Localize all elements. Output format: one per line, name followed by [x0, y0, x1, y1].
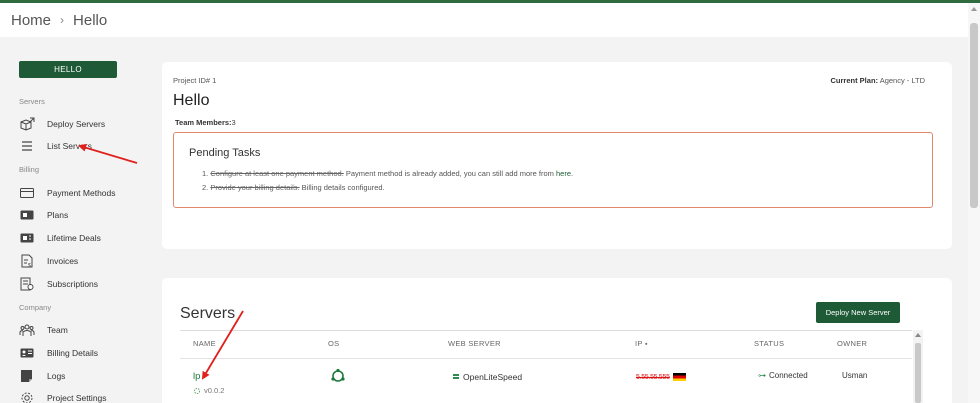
column-header-os[interactable]: OS: [328, 339, 339, 348]
add-payment-link[interactable]: here: [556, 169, 571, 178]
pending-task-item: 2. Provide your billing details. Billing…: [202, 183, 385, 192]
sidebar-item-label: Project Settings: [47, 393, 107, 403]
server-stack-icon: [453, 374, 459, 379]
sidebar-item-label: Logs: [47, 371, 66, 381]
breadcrumb-separator: ›: [60, 13, 65, 27]
table-scrollbar[interactable]: [913, 330, 923, 403]
sidebar-item-label: Billing Details: [47, 348, 99, 358]
page-scrollbar[interactable]: [968, 3, 980, 403]
cube-icon: [19, 117, 35, 131]
sidebar-item-label: Plans: [47, 210, 69, 220]
gear-icon: [19, 391, 35, 403]
sidebar-item-billing-details[interactable]: Billing Details: [19, 345, 98, 361]
task-done-text: Provide your billing details.: [210, 183, 300, 192]
status-badge: ⊶ Connected: [758, 371, 808, 380]
sidebar-item-label: Invoices: [47, 256, 79, 266]
project-id: Project ID# 1: [173, 76, 217, 85]
scroll-up-icon[interactable]: [915, 333, 921, 337]
sidebar-item-subscriptions[interactable]: Subscriptions: [19, 276, 98, 292]
status-text: Connected: [769, 371, 808, 380]
task-number: 1.: [202, 169, 209, 178]
page-title: Hello: [173, 92, 210, 109]
sidebar-item-payment-methods[interactable]: Payment Methods: [19, 185, 116, 201]
web-server-cell: OpenLiteSpeed: [452, 372, 522, 382]
task-number: 2.: [202, 183, 209, 192]
column-header-web-server[interactable]: WEB SERVER: [448, 339, 501, 348]
ip-cell: 5.55.55.555: [636, 371, 686, 381]
id-card-icon: [19, 346, 35, 360]
server-version: v0.0.2: [193, 386, 224, 395]
sidebar-item-logs[interactable]: Logs: [19, 368, 65, 384]
sidebar-item-project-settings[interactable]: Project Settings: [19, 390, 107, 403]
version-gear-icon: [194, 387, 200, 394]
table-divider: [180, 330, 912, 331]
project-button[interactable]: HELLO: [19, 61, 117, 78]
sidebar-item-label: Lifetime Deals: [47, 233, 101, 243]
current-plan-label: Current Plan:: [830, 76, 879, 85]
sidebar-item-label: Subscriptions: [47, 279, 99, 289]
subscription-icon: [19, 277, 35, 291]
sidebar-item-label: Team: [47, 325, 68, 335]
column-header-owner[interactable]: OWNER: [837, 339, 867, 348]
table-divider: [180, 358, 912, 359]
team-members-count: 3: [231, 118, 236, 127]
team-members: Team Members:3: [175, 118, 236, 127]
germany-flag-icon: [672, 372, 686, 381]
owner-cell: Usman: [842, 371, 868, 380]
scrollbar-thumb[interactable]: [970, 23, 978, 208]
logs-icon: [19, 369, 35, 383]
sidebar: HELLO Servers Deploy Servers List Server…: [0, 37, 150, 403]
task-punctuation: .: [571, 169, 574, 178]
breadcrumb: Home › Hello: [0, 3, 968, 37]
server-version-text: v0.0.2: [204, 386, 225, 395]
deploy-new-server-button[interactable]: Deploy New Server: [816, 302, 900, 323]
ip-address: 5.55.55.555: [636, 374, 670, 381]
sidebar-item-label: Deploy Servers: [47, 119, 106, 129]
plan-icon: [19, 208, 35, 222]
servers-card: Servers Deploy New Server NAME OS WEB SE…: [162, 278, 952, 403]
servers-title: Servers: [180, 305, 236, 322]
column-header-ip[interactable]: IP ⬩: [635, 339, 648, 349]
invoice-icon: $: [19, 254, 35, 268]
task-status-text: Billing details configured.: [299, 183, 385, 192]
sidebar-item-list-servers[interactable]: List Servers: [19, 138, 92, 154]
sidebar-item-label: List Servers: [47, 141, 92, 151]
sidebar-item-deploy-servers[interactable]: Deploy Servers: [19, 116, 105, 132]
column-header-name[interactable]: NAME: [193, 339, 216, 348]
server-name-link[interactable]: lp: [193, 371, 200, 382]
scrollbar-thumb[interactable]: [915, 343, 921, 403]
ubuntu-icon: [330, 368, 346, 386]
section-label-servers: Servers: [19, 97, 45, 106]
deal-icon: [19, 231, 35, 245]
project-card: Project ID# 1 Current Plan: Agency - LTD…: [162, 62, 952, 249]
pending-tasks-title: Pending Tasks: [189, 147, 261, 159]
sidebar-item-lifetime-deals[interactable]: Lifetime Deals: [19, 230, 101, 246]
team-members-label: Team Members:: [175, 118, 232, 127]
current-plan-value: Agency - LTD: [879, 76, 925, 85]
pending-tasks-box: Pending Tasks 1. Configure at least one …: [173, 132, 933, 208]
team-icon: [19, 323, 35, 337]
web-server-name: OpenLiteSpeed: [463, 372, 523, 382]
section-label-company: Company: [19, 303, 52, 312]
sidebar-item-plans[interactable]: Plans: [19, 207, 68, 223]
breadcrumb-current: Hello: [73, 11, 108, 29]
column-header-status[interactable]: STATUS: [754, 339, 784, 348]
task-done-text: Configure at least one payment method.: [210, 169, 344, 178]
current-plan: Current Plan: Agency - LTD: [831, 76, 925, 85]
plug-icon: ⊶: [758, 371, 766, 380]
section-label-billing: Billing: [19, 165, 40, 174]
pending-task-item: 1. Configure at least one payment method…: [202, 169, 573, 178]
credit-card-icon: [19, 186, 35, 200]
breadcrumb-home[interactable]: Home: [11, 12, 51, 29]
sidebar-item-invoices[interactable]: $ Invoices: [19, 253, 78, 269]
sidebar-item-team[interactable]: Team: [19, 322, 68, 338]
scroll-up-icon[interactable]: [971, 7, 977, 11]
task-status-text: Payment method is already added, you can…: [343, 169, 556, 178]
svg-text:$: $: [28, 263, 31, 268]
sidebar-item-label: Payment Methods: [47, 188, 116, 198]
list-icon: [19, 139, 35, 153]
